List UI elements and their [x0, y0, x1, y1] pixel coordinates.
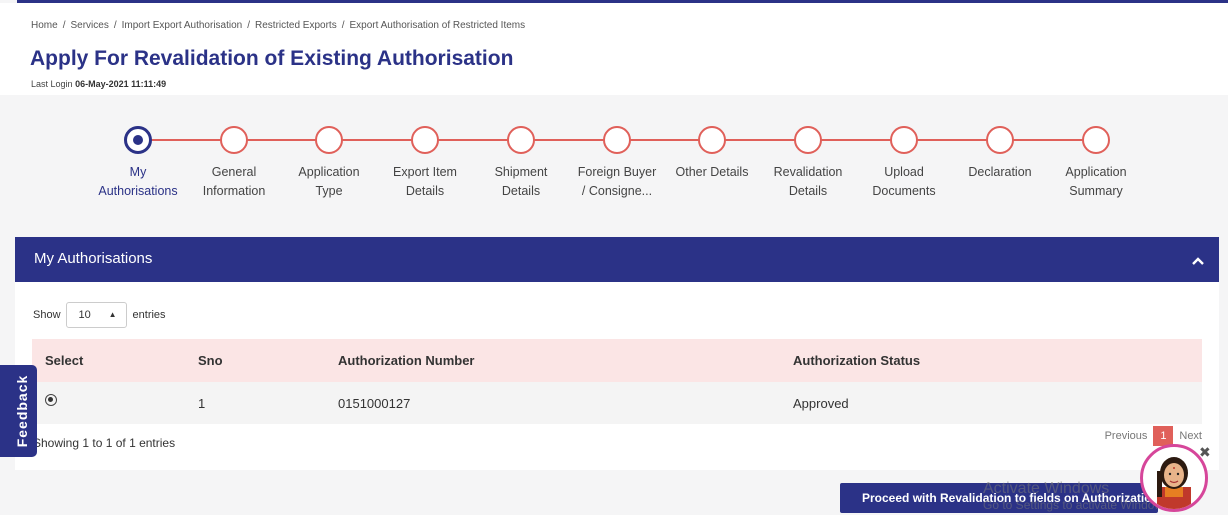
- select-arrows-icon: ▲: [108, 310, 117, 319]
- step-circle: [1082, 126, 1110, 154]
- close-icon[interactable]: ✖: [1199, 444, 1211, 461]
- step-foreign-buyer[interactable]: Foreign Buyer / Consigne...: [567, 124, 667, 201]
- step-shipment-details[interactable]: Shipment Details: [471, 124, 571, 201]
- cell-authorization-status: Approved: [780, 382, 1202, 424]
- entries-select[interactable]: 10 ▲: [65, 302, 127, 328]
- step-circle: [507, 126, 535, 154]
- step-declaration[interactable]: Declaration: [950, 124, 1050, 182]
- step-application-summary[interactable]: Application Summary: [1046, 124, 1146, 201]
- breadcrumb-services[interactable]: Services: [70, 20, 108, 31]
- authorisations-table: Select Sno Authorization Number Authoriz…: [32, 339, 1202, 424]
- step-circle: [411, 126, 439, 154]
- step-circle: [890, 126, 918, 154]
- step-circle: [986, 126, 1014, 154]
- step-export-item-details[interactable]: Export Item Details: [375, 124, 475, 201]
- pager-next[interactable]: Next: [1179, 430, 1202, 442]
- page-title: Apply For Revalidation of Existing Autho…: [30, 47, 514, 70]
- last-login-value: 06-May-2021 11:11:49: [75, 79, 167, 89]
- step-general-information[interactable]: General Information: [184, 124, 284, 201]
- cell-authorization-number: 0151000127: [325, 382, 780, 424]
- length-entries-label: entries: [132, 309, 166, 321]
- step-circle: [315, 126, 343, 154]
- breadcrumb-restricted-exports[interactable]: Restricted Exports: [255, 20, 337, 31]
- step-circle-active: [124, 126, 152, 154]
- panel-title: My Authorisations: [34, 250, 153, 267]
- step-application-type[interactable]: Application Type: [279, 124, 379, 201]
- table-info: Showing 1 to 1 of 1 entries: [33, 436, 176, 450]
- step-circle: [220, 126, 248, 154]
- step-other-details[interactable]: Other Details: [662, 124, 762, 182]
- chevron-up-icon[interactable]: [1189, 251, 1207, 269]
- step-circle: [603, 126, 631, 154]
- breadcrumb-home[interactable]: Home: [31, 20, 58, 31]
- assistant-avatar[interactable]: [1140, 444, 1208, 512]
- col-sno[interactable]: Sno: [185, 339, 325, 382]
- cell-sno: 1: [185, 382, 325, 424]
- step-circle: [698, 126, 726, 154]
- pager-previous[interactable]: Previous: [1105, 430, 1148, 442]
- step-circle: [794, 126, 822, 154]
- breadcrumb: Home / Services / Import Export Authorisatio…: [31, 20, 526, 31]
- last-login: Last Login 06-May-2021 11:11:49: [31, 79, 166, 89]
- breadcrumb-current: Export Authorisation of Restricted Items: [349, 20, 526, 31]
- panel-header: My Authorisations: [15, 237, 1219, 282]
- pager-page-1[interactable]: 1: [1153, 426, 1174, 446]
- breadcrumb-import-export[interactable]: Import Export Authorisation: [122, 20, 243, 31]
- length-show-label: Show: [33, 309, 61, 321]
- col-authorization-status[interactable]: Authorization Status: [780, 339, 1202, 382]
- page-header: Home / Services / Import Export Authorisatio…: [0, 3, 1228, 95]
- last-login-label: Last Login: [31, 79, 73, 89]
- table-header-row: Select Sno Authorization Number Authoriz…: [32, 339, 1202, 382]
- progress-stepper: My Authorisations General Information Appl…: [88, 124, 1127, 204]
- feedback-tab[interactable]: Feedback: [0, 365, 37, 457]
- select-radio[interactable]: [45, 394, 57, 407]
- panel-body: Show 10 ▲ entries Select Sno Authorizati…: [15, 282, 1219, 470]
- step-upload-documents[interactable]: Upload Documents: [854, 124, 954, 201]
- col-authorization-number[interactable]: Authorization Number: [325, 339, 780, 382]
- step-revalidation-details[interactable]: Revalidation Details: [758, 124, 858, 201]
- pagination: Previous 1 Next: [1105, 426, 1202, 446]
- table-row[interactable]: 1 0151000127 Approved: [32, 382, 1202, 424]
- col-select[interactable]: Select: [32, 339, 185, 382]
- step-my-authorisations[interactable]: My Authorisations: [88, 124, 188, 201]
- length-menu: Show 10 ▲ entries: [33, 302, 166, 328]
- feedback-label: Feedback: [14, 374, 30, 448]
